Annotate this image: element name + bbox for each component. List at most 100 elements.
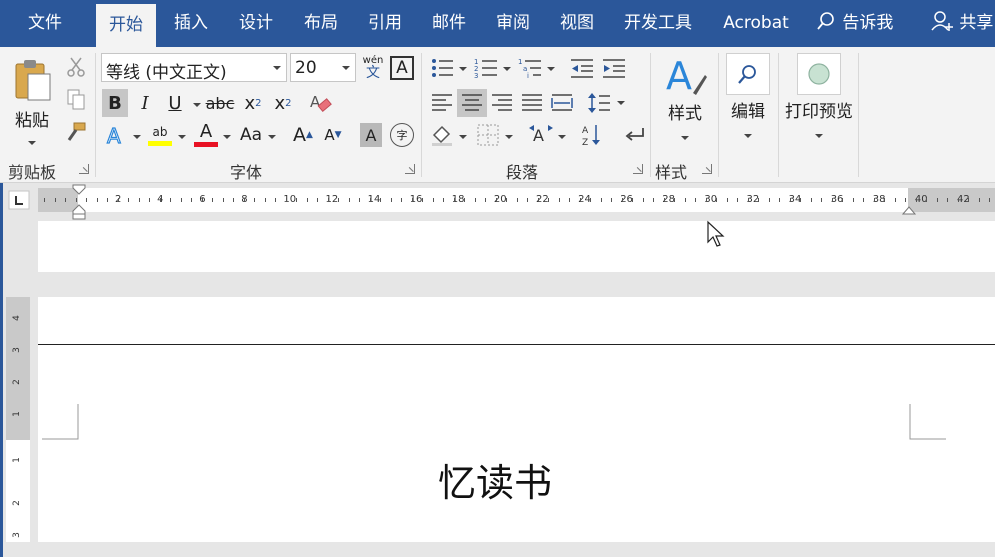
character-border-button[interactable]: A [390,56,414,80]
shading-button[interactable] [428,121,456,149]
distributed-button[interactable] [548,89,576,117]
font-size-dropdown-arrow[interactable] [342,66,350,70]
line-spacing-button[interactable] [585,89,613,117]
grow-font-button[interactable]: A ▲ [290,121,316,149]
underline-dropdown-arrow[interactable] [193,103,201,107]
bullets-dropdown-arrow[interactable] [459,67,467,71]
numbering-dropdown-arrow[interactable] [503,67,511,71]
tab-view[interactable]: 视图 [554,0,600,47]
ruler-tick [160,198,161,202]
ruler-tick [895,198,896,202]
previous-page[interactable] [38,221,995,272]
decrease-indent-button[interactable] [568,55,596,81]
clear-formatting-button[interactable]: A [306,89,334,117]
tab-mailings[interactable]: 邮件 [426,0,472,47]
asian-layout-dropdown-arrow[interactable] [558,135,566,139]
phonetic-guide-button[interactable]: wén 文 [360,53,386,83]
svg-text:A: A [533,126,544,145]
ruler-tick [790,198,791,202]
superscript-button[interactable]: x2 [270,89,296,117]
justify-button[interactable] [518,89,546,117]
borders-button[interactable] [474,121,502,149]
text-effects-dropdown-arrow[interactable] [133,135,141,139]
highlight-color-button[interactable]: ab [146,121,174,149]
asian-layout-button[interactable]: A [526,121,556,149]
clipboard-dialog-launcher[interactable] [79,164,89,174]
multilevel-list-button[interactable]: 1ai [516,55,544,81]
align-center-button[interactable] [457,89,487,117]
paste-dropdown-arrow[interactable] [28,140,36,145]
ruler-tick [884,198,885,202]
tab-layout[interactable]: 布局 [298,0,344,47]
format-painter-button[interactable] [64,120,88,144]
tab-home[interactable]: 开始 [96,4,156,47]
right-indent-marker-icon[interactable] [901,204,917,216]
align-left-button[interactable] [428,89,456,117]
document-title-text[interactable]: 忆读书 [395,452,595,507]
line-spacing-dropdown-arrow[interactable] [617,101,625,105]
tab-review[interactable]: 审阅 [490,0,536,47]
underline-label: U [168,92,182,114]
ruler-tick [527,198,528,202]
show-formatting-marks-button[interactable] [620,121,648,149]
sort-button[interactable]: AZ [578,121,606,149]
share-button[interactable]: 共享 [930,0,993,47]
editing-dropdown-arrow[interactable] [744,134,752,138]
bold-button[interactable]: B [102,89,128,117]
shrink-font-button[interactable]: A ▼ [320,121,346,149]
change-case-dropdown-arrow[interactable] [268,135,276,139]
font-size-combobox[interactable]: 20 [290,53,356,82]
numbering-button[interactable]: 123 [472,55,500,81]
bullets-button[interactable] [428,55,456,81]
ruler-tick [454,198,455,202]
copy-button[interactable] [64,87,88,111]
bullet-list-icon [432,59,453,77]
subscript-button[interactable]: x2 [240,89,266,117]
increase-indent-button[interactable] [600,55,628,81]
tab-selector[interactable] [8,190,30,210]
grow-font-label: A [293,124,307,146]
shading-dropdown-arrow[interactable] [459,135,467,139]
strikethrough-button[interactable]: abc [204,89,236,117]
align-right-button[interactable] [488,89,516,117]
styles-gallery-button[interactable]: A 样式 [660,53,710,153]
ruler-tick [926,198,927,202]
change-case-button[interactable]: Aa [236,121,266,149]
font-name-combobox[interactable]: 等线 (中文正文) [101,53,287,83]
tab-design[interactable]: 设计 [233,0,279,47]
tab-file[interactable]: 文件 [22,0,68,47]
print-preview-button[interactable]: 打印预览 [780,53,858,153]
tab-references[interactable]: 引用 [362,0,408,47]
borders-dropdown-arrow[interactable] [505,135,513,139]
font-color-dropdown-arrow[interactable] [223,135,231,139]
enclose-characters-button[interactable]: 字 [390,123,414,147]
character-shading-button[interactable]: A [360,123,382,147]
styles-dropdown-arrow[interactable] [681,136,689,140]
ruler-tick [170,198,171,202]
ruler-tick [485,198,486,202]
font-dialog-launcher[interactable] [405,164,415,174]
paragraph-dialog-launcher[interactable] [633,164,643,174]
multilevel-list-dropdown-arrow[interactable] [547,67,555,71]
font-color-button[interactable]: A [192,121,220,149]
font-name-dropdown-arrow[interactable] [273,66,281,70]
editing-button[interactable]: 编辑 [724,53,772,153]
ruler-tick [412,198,413,202]
paste-button[interactable]: 粘贴 [6,53,58,149]
ruler-tick [254,198,255,202]
styles-dialog-launcher[interactable] [702,164,712,174]
ruler-tick [548,198,549,202]
text-effects-button[interactable]: A [102,121,130,149]
tab-developer[interactable]: 开发工具 [618,0,698,47]
indent-markers-icon[interactable] [71,184,87,220]
ruler-tick [748,198,749,202]
highlight-dropdown-arrow[interactable] [178,135,186,139]
underline-button[interactable]: U [162,89,188,117]
cut-button[interactable] [64,55,88,79]
tab-insert[interactable]: 插入 [168,0,214,47]
ruler-tick [97,198,98,202]
tab-acrobat[interactable]: Acrobat [718,0,794,47]
italic-button[interactable]: I [132,89,158,117]
print-preview-dropdown-arrow[interactable] [815,134,823,138]
tell-me-search[interactable]: 告诉我 [815,0,893,47]
